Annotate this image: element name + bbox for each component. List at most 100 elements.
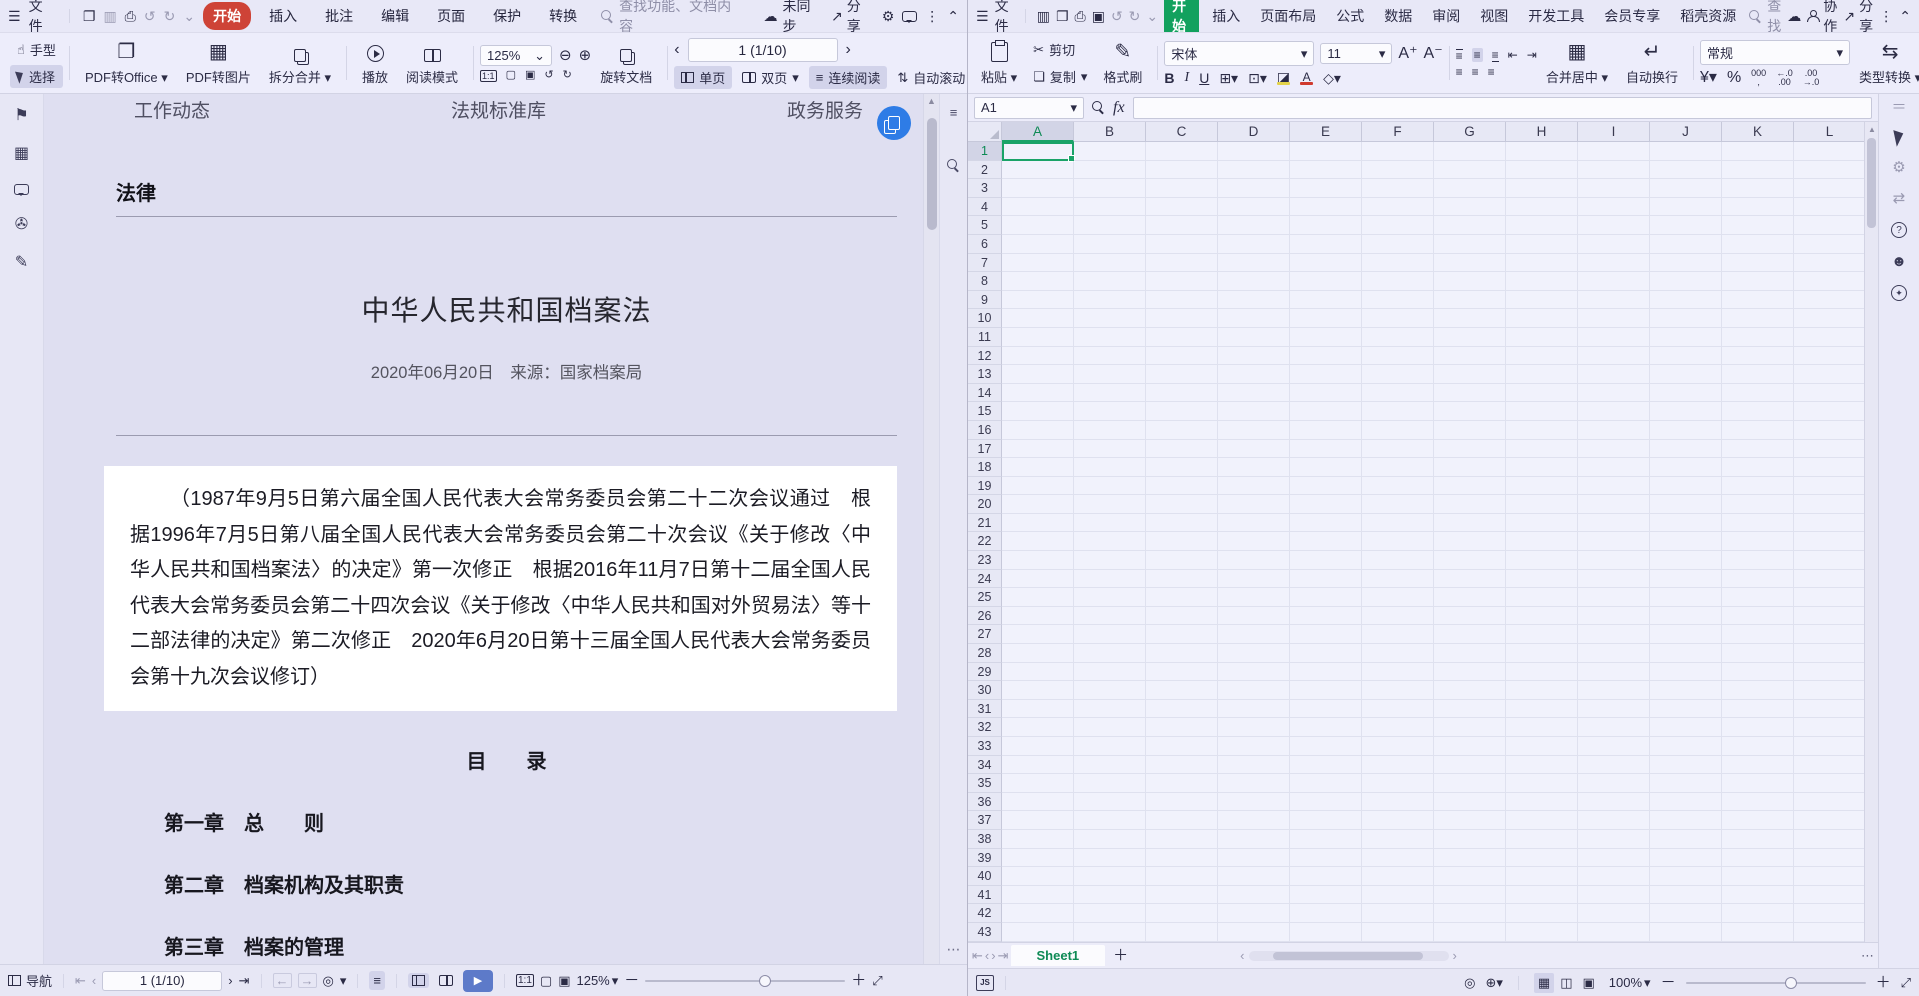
cell-F29[interactable] bbox=[1362, 663, 1434, 682]
cell-E16[interactable] bbox=[1290, 421, 1362, 440]
cell-C18[interactable] bbox=[1146, 458, 1218, 477]
cell-B7[interactable] bbox=[1074, 254, 1146, 273]
cell-F31[interactable] bbox=[1362, 700, 1434, 719]
cell-I29[interactable] bbox=[1578, 663, 1650, 682]
cell-H40[interactable] bbox=[1506, 867, 1578, 886]
cell-F36[interactable] bbox=[1362, 793, 1434, 812]
cell-H8[interactable] bbox=[1506, 272, 1578, 291]
cell-J8[interactable] bbox=[1650, 272, 1722, 291]
play-button[interactable]: 播放 bbox=[353, 37, 397, 89]
cell-B24[interactable] bbox=[1074, 570, 1146, 589]
cell-F35[interactable] bbox=[1362, 774, 1434, 793]
zoom-minus-icon[interactable]: － bbox=[624, 973, 639, 988]
cell-H25[interactable] bbox=[1506, 588, 1578, 607]
cell-I25[interactable] bbox=[1578, 588, 1650, 607]
row-header-10[interactable]: 10 bbox=[968, 309, 1002, 328]
cell-J6[interactable] bbox=[1650, 235, 1722, 254]
hscrollbar-thumb[interactable] bbox=[1273, 952, 1423, 960]
cell-B28[interactable] bbox=[1074, 644, 1146, 663]
row-header-29[interactable]: 29 bbox=[968, 663, 1002, 682]
cell-J2[interactable] bbox=[1650, 161, 1722, 180]
cell-H15[interactable] bbox=[1506, 402, 1578, 421]
cell-I35[interactable] bbox=[1578, 774, 1650, 793]
cell-G9[interactable] bbox=[1434, 291, 1506, 310]
cell-E42[interactable] bbox=[1290, 904, 1362, 923]
cell-D21[interactable] bbox=[1218, 514, 1290, 533]
cell-D1[interactable] bbox=[1218, 142, 1290, 161]
cell-J20[interactable] bbox=[1650, 495, 1722, 514]
font-smaller-icon[interactable]: A⁻ bbox=[1424, 43, 1443, 63]
cell-G13[interactable] bbox=[1434, 365, 1506, 384]
cell-D15[interactable] bbox=[1218, 402, 1290, 421]
cell-L11[interactable] bbox=[1794, 328, 1864, 347]
format-painter-button[interactable]: ✎格式刷 bbox=[1094, 37, 1151, 89]
cell-F17[interactable] bbox=[1362, 440, 1434, 459]
cell-G6[interactable] bbox=[1434, 235, 1506, 254]
cell-K10[interactable] bbox=[1722, 309, 1794, 328]
print-icon[interactable]: ⎙ bbox=[1075, 9, 1086, 23]
cell-D12[interactable] bbox=[1218, 347, 1290, 366]
cell-G19[interactable] bbox=[1434, 477, 1506, 496]
cell-I27[interactable] bbox=[1578, 625, 1650, 644]
cell-D32[interactable] bbox=[1218, 718, 1290, 737]
comma-style-icon[interactable]: 000, bbox=[1751, 69, 1766, 87]
thumbnails-icon[interactable]: ▦ bbox=[14, 146, 29, 162]
cell-E23[interactable] bbox=[1290, 551, 1362, 570]
cell-C1[interactable] bbox=[1146, 142, 1218, 161]
sheet-tab-devtools[interactable]: 开发工具 bbox=[1521, 2, 1591, 30]
cell-B16[interactable] bbox=[1074, 421, 1146, 440]
cell-C30[interactable] bbox=[1146, 681, 1218, 700]
cell-C20[interactable] bbox=[1146, 495, 1218, 514]
cell-C13[interactable] bbox=[1146, 365, 1218, 384]
cell-F38[interactable] bbox=[1362, 830, 1434, 849]
cell-H42[interactable] bbox=[1506, 904, 1578, 923]
cell-F16[interactable] bbox=[1362, 421, 1434, 440]
underline-icon[interactable]: U bbox=[1199, 70, 1209, 86]
cell-L18[interactable] bbox=[1794, 458, 1864, 477]
cell-G4[interactable] bbox=[1434, 198, 1506, 217]
sidebar-handle-icon[interactable]: ＝ bbox=[1891, 100, 1906, 115]
cell-K18[interactable] bbox=[1722, 458, 1794, 477]
cell-J42[interactable] bbox=[1650, 904, 1722, 923]
double-view-icon[interactable] bbox=[435, 973, 457, 988]
cell-C25[interactable] bbox=[1146, 588, 1218, 607]
cell-B39[interactable] bbox=[1074, 849, 1146, 868]
font-size-select[interactable]: 11▾ bbox=[1320, 43, 1392, 64]
cell-I13[interactable] bbox=[1578, 365, 1650, 384]
cell-A10[interactable] bbox=[1002, 309, 1074, 328]
column-header-E[interactable]: E bbox=[1290, 122, 1362, 142]
cell-A2[interactable] bbox=[1002, 161, 1074, 180]
cell-L34[interactable] bbox=[1794, 756, 1864, 775]
cell-B1[interactable] bbox=[1074, 142, 1146, 161]
pdf-tab-comment[interactable]: 批注 bbox=[315, 2, 363, 30]
continuous-view-icon[interactable]: ≡ bbox=[369, 971, 385, 990]
cell-D36[interactable] bbox=[1218, 793, 1290, 812]
cell-E29[interactable] bbox=[1290, 663, 1362, 682]
cell-C36[interactable] bbox=[1146, 793, 1218, 812]
hscroll-left-icon[interactable]: ‹ bbox=[1240, 949, 1244, 962]
cell-K30[interactable] bbox=[1722, 681, 1794, 700]
formula-search-icon[interactable] bbox=[1092, 101, 1105, 114]
pointer-tool-icon[interactable] bbox=[1893, 128, 1905, 146]
cell-D14[interactable] bbox=[1218, 384, 1290, 403]
cell-L13[interactable] bbox=[1794, 365, 1864, 384]
cell-L23[interactable] bbox=[1794, 551, 1864, 570]
row-header-39[interactable]: 39 bbox=[968, 849, 1002, 868]
cell-A34[interactable] bbox=[1002, 756, 1074, 775]
read-mode-button[interactable]: 阅读模式 bbox=[397, 37, 467, 89]
feedback-icon[interactable] bbox=[902, 11, 917, 22]
open-icon[interactable]: ❐ bbox=[83, 9, 96, 23]
sheet-tab-docer[interactable]: 稻壳资源 bbox=[1673, 2, 1743, 30]
cell-F24[interactable] bbox=[1362, 570, 1434, 589]
cell-B14[interactable] bbox=[1074, 384, 1146, 403]
cell-D37[interactable] bbox=[1218, 811, 1290, 830]
cell-K17[interactable] bbox=[1722, 440, 1794, 459]
cell-D39[interactable] bbox=[1218, 849, 1290, 868]
cell-L1[interactable] bbox=[1794, 142, 1864, 161]
cell-B27[interactable] bbox=[1074, 625, 1146, 644]
cell-H41[interactable] bbox=[1506, 886, 1578, 905]
process-flow-icon[interactable]: ⇄ bbox=[1893, 191, 1906, 206]
cell-L38[interactable] bbox=[1794, 830, 1864, 849]
inspiration-bulb-icon[interactable]: ✦ bbox=[1891, 285, 1907, 301]
cell-D38[interactable] bbox=[1218, 830, 1290, 849]
